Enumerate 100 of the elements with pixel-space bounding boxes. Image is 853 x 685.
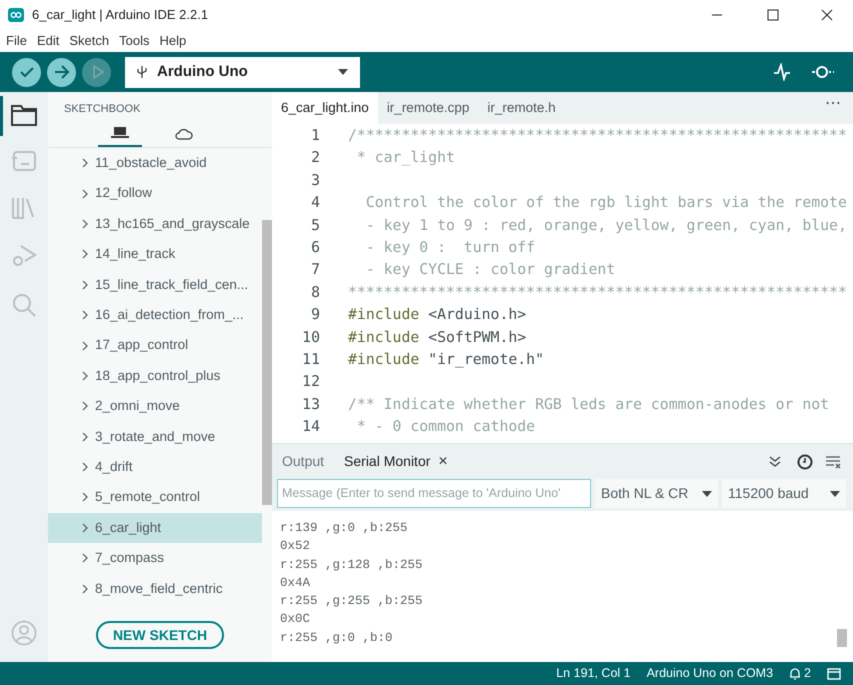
cloud-icon <box>175 128 193 140</box>
close-tab-button[interactable]: × <box>438 450 448 474</box>
autoscroll-icon[interactable] <box>769 456 781 468</box>
folder-tree-row[interactable]: 16_ai_detection_from_... <box>48 300 262 330</box>
serial-output-line: r:255 ,g:0 ,b:0 <box>280 630 393 647</box>
chevron-right-icon <box>82 584 88 594</box>
window-title: 6_car_light | Arduino IDE 2.2.1 <box>32 6 208 24</box>
folder-tree-row[interactable]: 4_drift <box>48 452 262 482</box>
code-line: /******************************************************* <box>348 127 847 144</box>
folder-tree-row[interactable]: 5_remote_control <box>48 482 262 513</box>
message-field[interactable]: Message (Enter to send message to 'Arduino Uno' <box>277 479 591 508</box>
dropdown-caret-icon <box>830 490 840 496</box>
folder-tree-row[interactable]: 18_app_control_plus <box>48 360 262 392</box>
clock-icon[interactable] <box>797 454 813 470</box>
menu-item[interactable]: File <box>6 31 27 51</box>
code-line: - key 0 : turn off <box>364 239 536 256</box>
folder-tree-row[interactable]: 7_compass <box>48 543 262 574</box>
folder-tree-row[interactable]: 8_move_field_centric <box>48 573 262 604</box>
board-name: Arduino Uno <box>157 62 249 82</box>
chevron-right-icon <box>82 462 88 472</box>
upload-button[interactable] <box>47 58 76 86</box>
maximize-icon[interactable] <box>767 9 779 21</box>
arrow-right-icon <box>54 65 70 79</box>
panel-icon[interactable] <box>827 668 841 680</box>
serial-output-line: 0x52 <box>280 538 310 556</box>
code-line: #include "ir_remote.h" <box>348 351 544 368</box>
serial-output-line: 0x4A <box>280 574 310 592</box>
line-number: 5 <box>310 216 320 236</box>
baud-rate-dropdown[interactable]: 115200 baud <box>722 479 846 508</box>
folder-tree-row[interactable]: 17_app_control <box>48 330 262 361</box>
file-tab[interactable]: 6_car_light.ino <box>272 92 378 124</box>
folder-tree-row[interactable]: 14_line_track <box>48 239 262 270</box>
folder-tree-row[interactable]: 12_follow <box>48 178 262 209</box>
chevron-right-icon <box>82 340 88 351</box>
serial-plotter-icon[interactable] <box>773 63 791 81</box>
chevron-right-icon <box>82 432 88 442</box>
line-number: 9 <box>310 305 320 326</box>
usb-icon <box>137 65 147 79</box>
scrollbar[interactable] <box>262 220 272 505</box>
folder-tree-row[interactable]: 11_obstacle_avoid <box>48 148 262 178</box>
chevron-right-icon <box>82 492 88 502</box>
menu-item[interactable]: Edit <box>36 31 60 51</box>
code-line: ******************************************************** <box>348 284 847 301</box>
new-sketch-button[interactable]: NEW SKETCH <box>96 621 224 649</box>
verify-button[interactable] <box>12 58 41 86</box>
line-ending-dropdown[interactable]: Both NL & CR <box>595 479 718 508</box>
notification-count: 2 <box>804 665 811 682</box>
serial-output-line: r:255 ,g:255 ,b:255 <box>280 593 423 610</box>
line-number: 10 <box>301 328 320 348</box>
line-number: 12 <box>301 372 320 392</box>
line-number: 3 <box>310 170 320 191</box>
folder-icon[interactable] <box>11 104 37 126</box>
serial-monitor-icon[interactable] <box>811 64 835 80</box>
chevron-right-icon <box>82 310 88 320</box>
check-icon <box>18 66 34 78</box>
chevron-right-icon <box>82 249 88 260</box>
line-number: 8 <box>310 282 320 303</box>
serial-output-line: r:255 ,g:128 ,b:255 <box>280 556 423 574</box>
code-line: * - 0 common cathode <box>356 418 536 436</box>
dropdown-caret-icon <box>338 69 348 75</box>
line-number: 1 <box>310 126 320 146</box>
folder-tree-row[interactable]: 15_line_track_field_cen... <box>48 270 262 300</box>
cursor-position[interactable]: Ln 191, Col 1 <box>556 664 631 683</box>
scrollbar[interactable] <box>837 629 847 647</box>
close-icon[interactable] <box>821 9 833 21</box>
folder-tree-row[interactable]: 6_car_light <box>48 512 262 544</box>
chevron-right-icon <box>82 158 88 168</box>
menu-item[interactable]: Sketch <box>69 31 110 51</box>
line-number: 4 <box>310 193 320 214</box>
bell-icon[interactable] <box>789 667 802 680</box>
chevron-right-icon <box>82 522 88 533</box>
sidebar-title: SKETCHBOOK <box>63 102 142 117</box>
folder-tree-row[interactable]: 2_omni_move <box>48 391 262 422</box>
dropdown-caret-icon <box>702 490 712 496</box>
code-line: /** Indicate whether RGB leds are common-anodes or not <box>348 396 830 413</box>
line-number: 14 <box>301 417 320 438</box>
debug-button[interactable] <box>82 58 111 86</box>
line-number: 13 <box>301 394 320 415</box>
chevron-right-icon <box>82 280 88 290</box>
code-line: - key 1 to 9 : red, orange, yellow, green, cyan, blue, <box>364 216 847 234</box>
code-line: - key CYCLE : color gradient <box>364 261 616 278</box>
folder-tree-row[interactable]: 13_hc165_and_grayscale <box>48 208 262 240</box>
code-line: #include <SoftPWM.h> <box>348 328 526 346</box>
serial-output-line: 0x0C <box>280 611 310 628</box>
line-number: 2 <box>310 148 320 168</box>
app-logo-icon <box>8 8 24 22</box>
chevron-right-icon <box>82 188 88 199</box>
menu-item[interactable]: Help <box>159 31 186 51</box>
line-number: 7 <box>310 260 320 280</box>
board-status[interactable]: Arduino Uno on COM3 <box>646 664 774 683</box>
code-line: Control the color of the rgb light bars via the remote <box>364 194 847 212</box>
more-button[interactable]: ⋯ <box>825 92 841 116</box>
board-selector[interactable]: Arduino Uno <box>125 56 360 88</box>
panel-tab[interactable]: Serial Monitor × <box>344 450 448 474</box>
folder-tree-row[interactable]: 3_rotate_and_move <box>48 422 262 452</box>
menu-item[interactable]: Tools <box>119 31 150 51</box>
chevron-right-icon <box>82 218 88 229</box>
line-number: 6 <box>310 238 320 258</box>
clear-output-icon[interactable] <box>825 454 841 468</box>
panel-tab[interactable]: Output <box>282 451 324 472</box>
